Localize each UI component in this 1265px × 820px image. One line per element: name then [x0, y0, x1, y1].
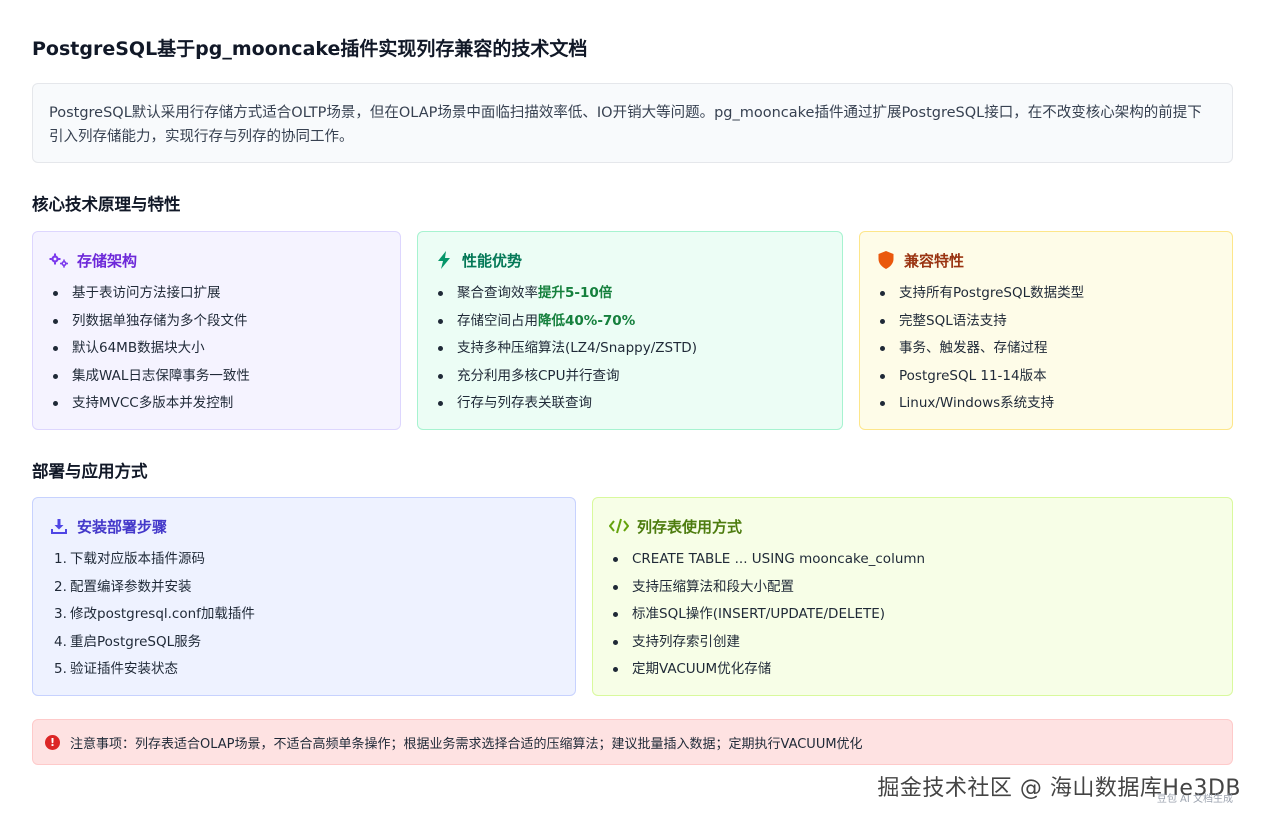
card-column-table-usage: 列存表使用方式 CREATE TABLE ... USING mooncake_…: [592, 497, 1233, 696]
page-title: PostgreSQL基于pg_mooncake插件实现列存兼容的技术文档: [32, 38, 588, 60]
list-item: 支持所有PostgreSQL数据类型: [876, 280, 1216, 308]
code-icon: [609, 517, 629, 535]
card-title: 存储架构: [77, 251, 138, 270]
intro-text: PostgreSQL默认采用行存储方式适合OLTP场景，但在OLAP场景中面临扫…: [49, 105, 1202, 145]
card-compatibility: 兼容特性 支持所有PostgreSQL数据类型 完整SQL语法支持 事务、触发器…: [859, 231, 1233, 430]
watermark-sub: 豆包 AI 文档生成: [1156, 794, 1233, 805]
shield-icon: [876, 251, 896, 269]
card-title: 性能优势: [462, 251, 523, 270]
card-performance: 性能优势 聚合查询效率 提升5-10倍 存储空间占用 降低40%-70% 支持多种压…: [417, 231, 843, 430]
card-header: 存储架构: [49, 248, 384, 272]
list-item: 定期VACUUM优化存储: [609, 656, 1216, 684]
list-item: 事务、触发器、存储过程: [876, 335, 1216, 363]
card-header: 性能优势: [434, 248, 826, 272]
list-item: 支持多种压缩算法(LZ4/Snappy/ZSTD): [434, 335, 826, 363]
list-item: 1. 下载对应版本插件源码: [54, 551, 205, 567]
list-item: 基于表访问方法接口扩展: [49, 280, 384, 308]
card-header: 安装部署步骤: [49, 514, 559, 538]
list-item: Linux/Windows系统支持: [876, 390, 1216, 418]
list-item: 标准SQL操作(INSERT/UPDATE/DELETE): [609, 601, 1216, 629]
feature-list: 聚合查询效率 提升5-10倍 存储空间占用 降低40%-70% 支持多种压缩算法(L…: [434, 280, 826, 418]
card-title: 兼容特性: [904, 251, 965, 270]
usage-list: CREATE TABLE ... USING mooncake_column 支…: [609, 546, 1216, 684]
list-item: 聚合查询效率 提升5-10倍: [434, 280, 826, 308]
list-item: 支持MVCC多版本并发控制: [49, 390, 384, 418]
card-storage-architecture: 存储架构 基于表访问方法接口扩展 列数据单独存储为多个段文件 默认64MB数据块…: [32, 231, 401, 430]
card-title: 安装部署步骤: [77, 517, 168, 536]
list-item: 列数据单独存储为多个段文件: [49, 308, 384, 336]
steps-list: 1. 下载对应版本插件源码 2. 配置编译参数并安装 3. 修改postgresql.…: [49, 546, 559, 684]
feature-list: 基于表访问方法接口扩展 列数据单独存储为多个段文件 默认64MB数据块大小 集成…: [49, 280, 384, 418]
feature-list: 支持所有PostgreSQL数据类型 完整SQL语法支持 事务、触发器、存储过程…: [876, 280, 1216, 418]
list-item: 3. 修改postgresql.conf加载插件: [54, 606, 255, 622]
list-item: CREATE TABLE ... USING mooncake_column: [609, 546, 1216, 574]
list-item: 完整SQL语法支持: [876, 308, 1216, 336]
highlight-value: 提升5-10倍: [538, 285, 613, 301]
list-item: 4. 重启PostgreSQL服务: [54, 633, 202, 650]
download-icon: [49, 517, 69, 535]
section-title-core: 核心技术原理与特性: [32, 195, 181, 214]
card-header: 兼容特性: [876, 248, 1216, 272]
notice-text: 注意事项：列存表适合OLAP场景，不适合高频单条操作；根据业务需求选择合适的压缩…: [70, 736, 863, 752]
card-title: 列存表使用方式: [637, 517, 743, 536]
list-item: 集成WAL日志保障事务一致性: [49, 363, 384, 391]
gears-icon: [49, 251, 69, 269]
lightning-icon: [434, 251, 454, 269]
card-header: 列存表使用方式: [609, 514, 1216, 538]
list-item: 充分利用多核CPU并行查询: [434, 363, 826, 391]
list-item: 默认64MB数据块大小: [49, 335, 384, 363]
intro-box: PostgreSQL默认采用行存储方式适合OLTP场景，但在OLAP场景中面临扫…: [32, 83, 1233, 163]
list-item: 5. 验证插件安装状态: [54, 661, 178, 677]
notice-banner: ! 注意事项：列存表适合OLAP场景，不适合高频单条操作；根据业务需求选择合适的…: [32, 719, 1233, 765]
list-item: 2. 配置编译参数并安装: [54, 578, 192, 595]
alert-icon: !: [45, 734, 60, 750]
list-item: 支持列存索引创建: [609, 629, 1216, 657]
highlight-value: 降低40%-70%: [538, 312, 636, 329]
list-item: PostgreSQL 11-14版本: [876, 363, 1216, 391]
list-item: 支持压缩算法和段大小配置: [609, 574, 1216, 602]
card-install-steps: 安装部署步骤 1. 下载对应版本插件源码 2. 配置编译参数并安装 3. 修改post…: [32, 497, 576, 696]
list-item: 存储空间占用 降低40%-70%: [434, 308, 826, 336]
list-item: 行存与列存表关联查询: [434, 390, 826, 418]
section-title-deploy: 部署与应用方式: [32, 462, 148, 481]
